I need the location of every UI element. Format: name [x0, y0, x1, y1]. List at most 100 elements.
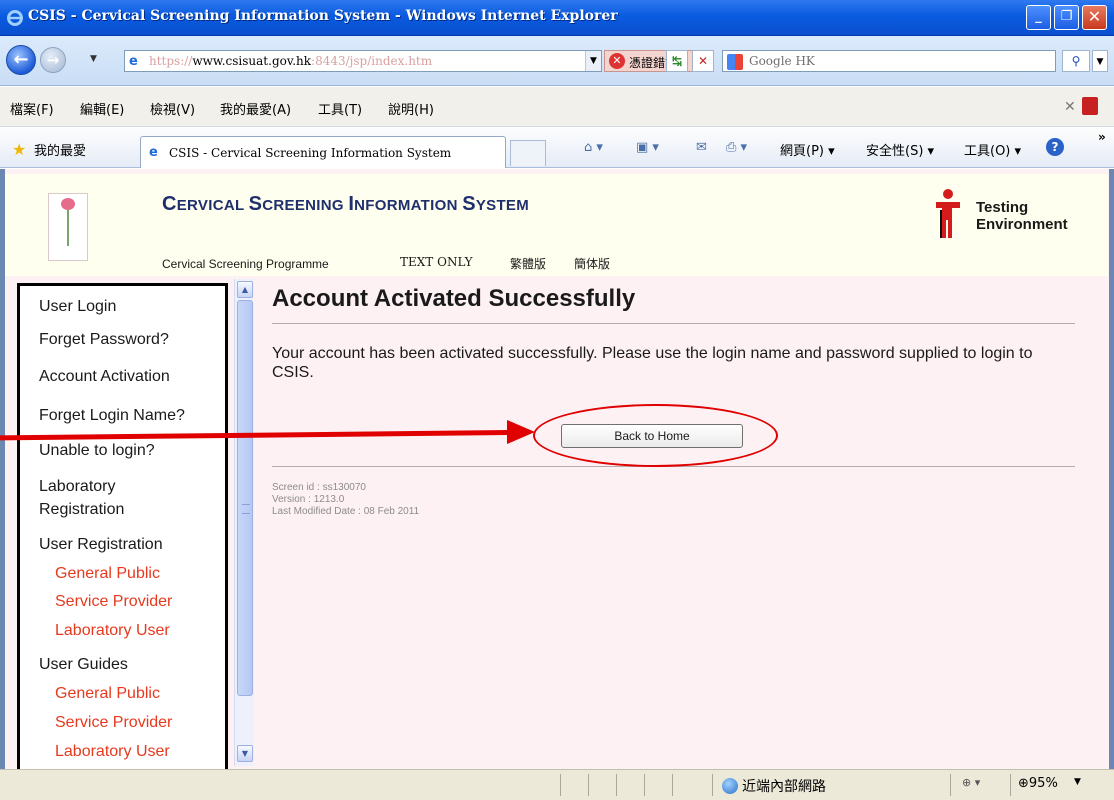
- close-window-button[interactable]: ✕: [1082, 5, 1107, 30]
- menu-bar: 檔案(F) 編輯(E) 檢視(V) 我的最愛(A) 工具(T) 說明(H) ✕: [0, 87, 1114, 127]
- back-arrow-icon: ←: [13, 49, 29, 70]
- close-toolbar-icon[interactable]: ✕: [1064, 99, 1076, 115]
- sidebar-subitem-registration-general-public[interactable]: General Public: [55, 565, 160, 583]
- activation-message: Your account has been activated successf…: [272, 345, 1033, 381]
- new-tab-button[interactable]: [510, 140, 546, 166]
- tools-menu[interactable]: 工具(O) ▾: [964, 140, 1021, 159]
- status-cell: [644, 774, 645, 796]
- window-title-bar: CSIS - Cervical Screening Information Sy…: [0, 0, 1114, 36]
- address-dropdown-icon[interactable]: ▼: [585, 51, 601, 71]
- testing-environment-label: Testing Environment: [976, 199, 1068, 233]
- cervical-screening-logo[interactable]: [48, 193, 88, 261]
- menu-tools[interactable]: 工具(T): [318, 99, 362, 118]
- sidebar: User Login Forget Password? Account Acti…: [17, 283, 228, 773]
- history-dropdown-icon[interactable]: ▼: [90, 54, 97, 64]
- sidebar-subitem-registration-laboratory-user[interactable]: Laboratory User: [55, 622, 170, 640]
- page-menu[interactable]: 網頁(P) ▾: [780, 140, 835, 159]
- status-bar: 近端內部網路 ⊕ ▾ ⊕95% ▼: [0, 769, 1114, 800]
- annotation-arrow-head: [507, 420, 535, 444]
- zoom-level[interactable]: ⊕95%: [1018, 776, 1058, 791]
- text-only-link[interactable]: TEXT ONLY: [400, 255, 473, 269]
- menu-favorites[interactable]: 我的最愛(A): [220, 99, 291, 118]
- google-logo-icon: [727, 54, 743, 70]
- traditional-chinese-link[interactable]: 繁體版: [510, 255, 546, 272]
- sidebar-subitem-guides-laboratory-user[interactable]: Laboratory User: [55, 743, 170, 761]
- testing-figure-icon: [936, 189, 960, 238]
- search-placeholder: Google HK: [749, 54, 815, 68]
- tab-ie-icon: e: [149, 145, 158, 160]
- simplified-chinese-link[interactable]: 簡体版: [574, 255, 610, 272]
- rss-feeds-icon[interactable]: ▣ ▾: [636, 140, 659, 155]
- address-toolbar: ← → ▼ e https://www.csisuat.gov.hk:8443/…: [0, 36, 1114, 86]
- sidebar-subitem-guides-service-provider[interactable]: Service Provider: [55, 714, 172, 732]
- security-zone[interactable]: 近端內部網路: [722, 776, 826, 796]
- window-title: CSIS - Cervical Screening Information Sy…: [28, 8, 618, 24]
- menu-help[interactable]: 說明(H): [388, 99, 434, 118]
- print-icon[interactable]: ⎙ ▾: [726, 140, 747, 155]
- address-input[interactable]: e https://www.csisuat.gov.hk:8443/jsp/in…: [124, 50, 602, 72]
- search-icon[interactable]: ⚲: [1062, 50, 1090, 72]
- globe-icon: [722, 778, 738, 794]
- tab-csis[interactable]: e CSIS - Cervical Screening Information …: [140, 136, 506, 168]
- scrollbar-grip: [242, 504, 250, 514]
- pdf-icon[interactable]: [1082, 97, 1098, 115]
- sidebar-subitem-guides-general-public[interactable]: General Public: [55, 685, 160, 703]
- help-icon[interactable]: ?: [1046, 138, 1064, 156]
- annotation-ellipse: [533, 404, 778, 467]
- page-title: Account Activated Successfully: [272, 285, 636, 312]
- favorites-button[interactable]: 我的最愛: [34, 140, 86, 159]
- sidebar-scrollbar[interactable]: ▲ ▼: [234, 279, 254, 766]
- version: Version : 1213.0: [272, 494, 345, 505]
- top-nav: Cervical Screening Programme TEXT ONLY 繁…: [162, 255, 610, 271]
- mail-icon[interactable]: ✉: [696, 140, 707, 155]
- toolbar-overflow-chevron-icon[interactable]: »: [1098, 130, 1106, 144]
- scroll-up-icon[interactable]: ▲: [237, 281, 253, 298]
- menu-file[interactable]: 檔案(F): [10, 99, 54, 118]
- favorites-bar: ★ 我的最愛 e CSIS - Cervical Screening Infor…: [0, 128, 1114, 168]
- logo-stem: [67, 210, 69, 246]
- stop-button[interactable]: ✕: [692, 50, 714, 72]
- page-icon: e: [129, 54, 138, 69]
- favorites-star-icon[interactable]: ★: [12, 140, 26, 159]
- url-text[interactable]: https://www.csisuat.gov.hk:8443/jsp/inde…: [149, 54, 432, 68]
- search-input[interactable]: Google HK: [722, 50, 1056, 72]
- sidebar-item-user-guides[interactable]: User Guides: [39, 656, 128, 674]
- refresh-button[interactable]: ↹: [666, 50, 688, 72]
- safety-menu[interactable]: 安全性(S) ▾: [866, 140, 934, 159]
- back-button[interactable]: ←: [6, 45, 36, 75]
- scroll-down-icon[interactable]: ▼: [237, 745, 253, 762]
- status-cell: [712, 774, 713, 796]
- maximize-button[interactable]: ❐: [1054, 5, 1079, 30]
- certificate-error-shield-icon: ✕: [609, 53, 625, 69]
- sidebar-item-account-activation[interactable]: Account Activation: [39, 368, 170, 386]
- menu-edit[interactable]: 編輯(E): [80, 99, 124, 118]
- home-icon[interactable]: ⌂ ▾: [584, 140, 603, 155]
- programme-link[interactable]: Cervical Screening Programme: [162, 257, 329, 271]
- sidebar-item-unable-to-login[interactable]: Unable to login?: [39, 442, 155, 460]
- forward-button[interactable]: →: [40, 47, 66, 73]
- protected-mode-icon[interactable]: ⊕ ▾: [962, 776, 980, 789]
- status-cell: [616, 774, 617, 796]
- status-cell: [588, 774, 589, 796]
- site-title: CERVICAL SCREENING INFORMATION SYSTEM: [162, 193, 530, 215]
- sidebar-item-forget-login-name[interactable]: Forget Login Name?: [39, 407, 185, 425]
- last-modified: Last Modified Date : 08 Feb 2011: [272, 506, 420, 517]
- page-meta: Screen id : ss130070 Version : 1213.0 La…: [272, 482, 419, 518]
- status-cell: [560, 774, 561, 796]
- minimize-button[interactable]: _: [1026, 5, 1051, 30]
- ie-logo-icon: [6, 9, 24, 27]
- screen-id: Screen id : ss130070: [272, 482, 366, 493]
- menu-view[interactable]: 檢視(V): [150, 99, 195, 118]
- certificate-error-button[interactable]: ✕ 憑證錯誤: [604, 50, 704, 72]
- sidebar-item-user-login[interactable]: User Login: [39, 298, 116, 316]
- search-options-dropdown-icon[interactable]: ▼: [1092, 50, 1108, 72]
- zoom-dropdown-icon[interactable]: ▼: [1074, 777, 1081, 787]
- sidebar-item-forget-password[interactable]: Forget Password?: [39, 331, 169, 349]
- sidebar-item-laboratory-registration-line2[interactable]: Registration: [39, 501, 124, 519]
- sidebar-item-user-registration[interactable]: User Registration: [39, 536, 163, 554]
- scrollbar-thumb[interactable]: [237, 300, 253, 696]
- sidebar-subitem-registration-service-provider[interactable]: Service Provider: [55, 593, 172, 611]
- forward-arrow-icon: →: [46, 51, 60, 69]
- sidebar-item-laboratory-registration[interactable]: Laboratory: [39, 478, 116, 496]
- flower-icon: [61, 198, 75, 210]
